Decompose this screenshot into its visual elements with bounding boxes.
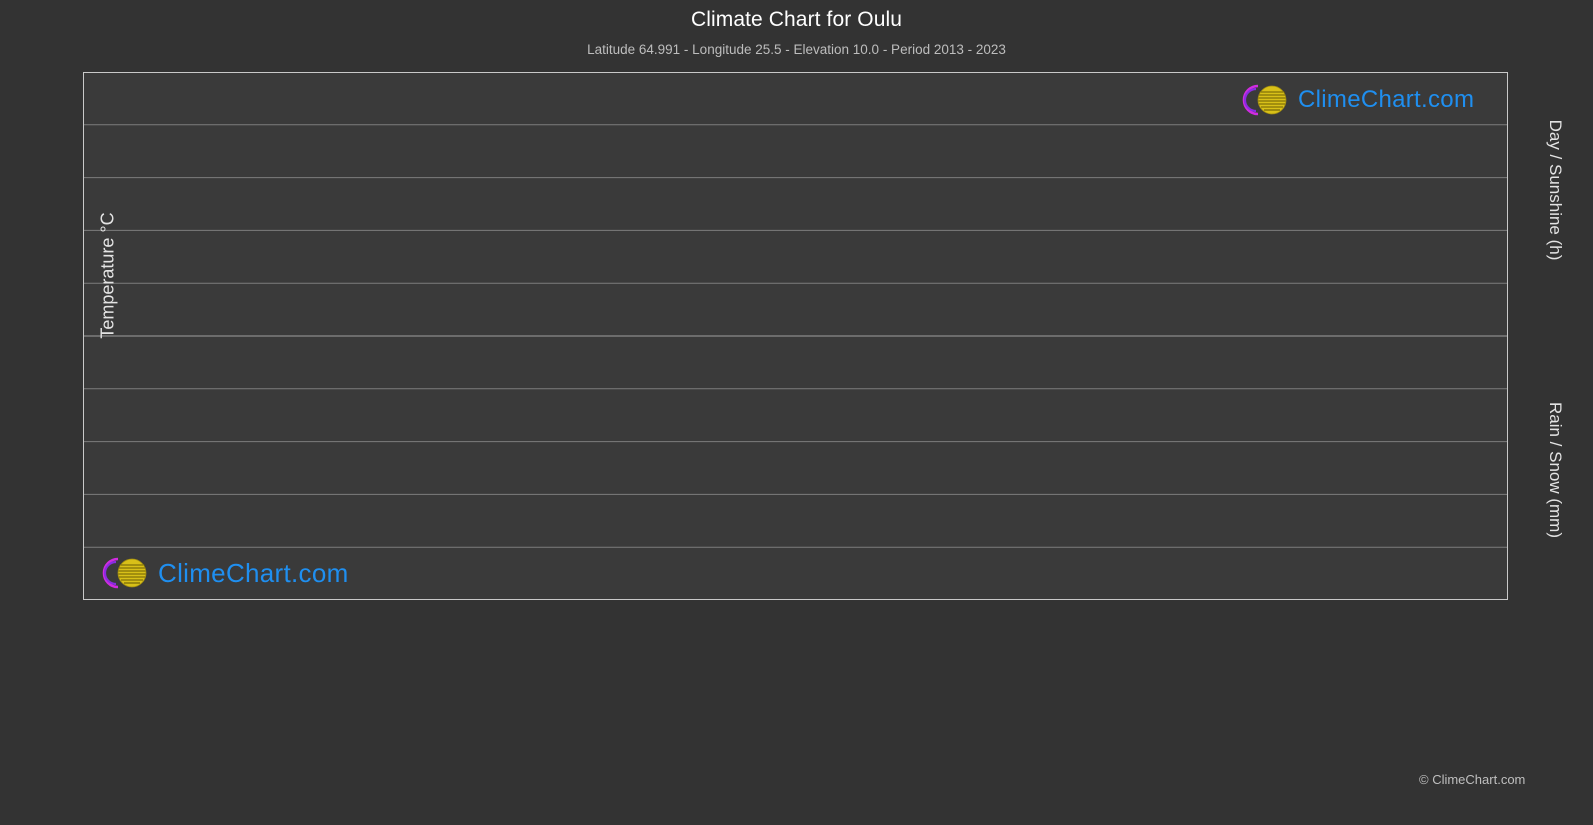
- watermark-logo-text-top: ClimeChart.com: [1298, 86, 1475, 113]
- watermark-logo-text-bottom: ClimeChart.com: [158, 557, 349, 588]
- copyright-notice: © ClimeChart.com: [1419, 772, 1526, 787]
- y-axis-left-title: Temperature °C: [97, 212, 118, 339]
- climechart-logo-icon: [102, 557, 147, 589]
- climate-chart-page: Climate Chart for Oulu Latitude 64.991 -…: [0, 0, 1593, 825]
- chart-legend: [0, 648, 1593, 798]
- page-subtitle: Latitude 64.991 - Longitude 25.5 - Eleva…: [587, 42, 1006, 57]
- y-axis-right-title-bottom: Rain / Snow (mm): [1546, 401, 1565, 539]
- page-title: Climate Chart for Oulu: [690, 8, 903, 31]
- chart-plot-area: [83, 72, 1508, 600]
- gridlines: [83, 72, 1508, 600]
- chart-canvas: [83, 72, 1508, 600]
- watermark-logo-bottom: ClimeChart.com: [92, 552, 349, 594]
- climechart-logo-icon: [1242, 84, 1287, 116]
- y-axis-right-title-top: Day / Sunshine (h): [1546, 119, 1565, 261]
- watermark-logo-top: ClimeChart.com: [1232, 80, 1474, 120]
